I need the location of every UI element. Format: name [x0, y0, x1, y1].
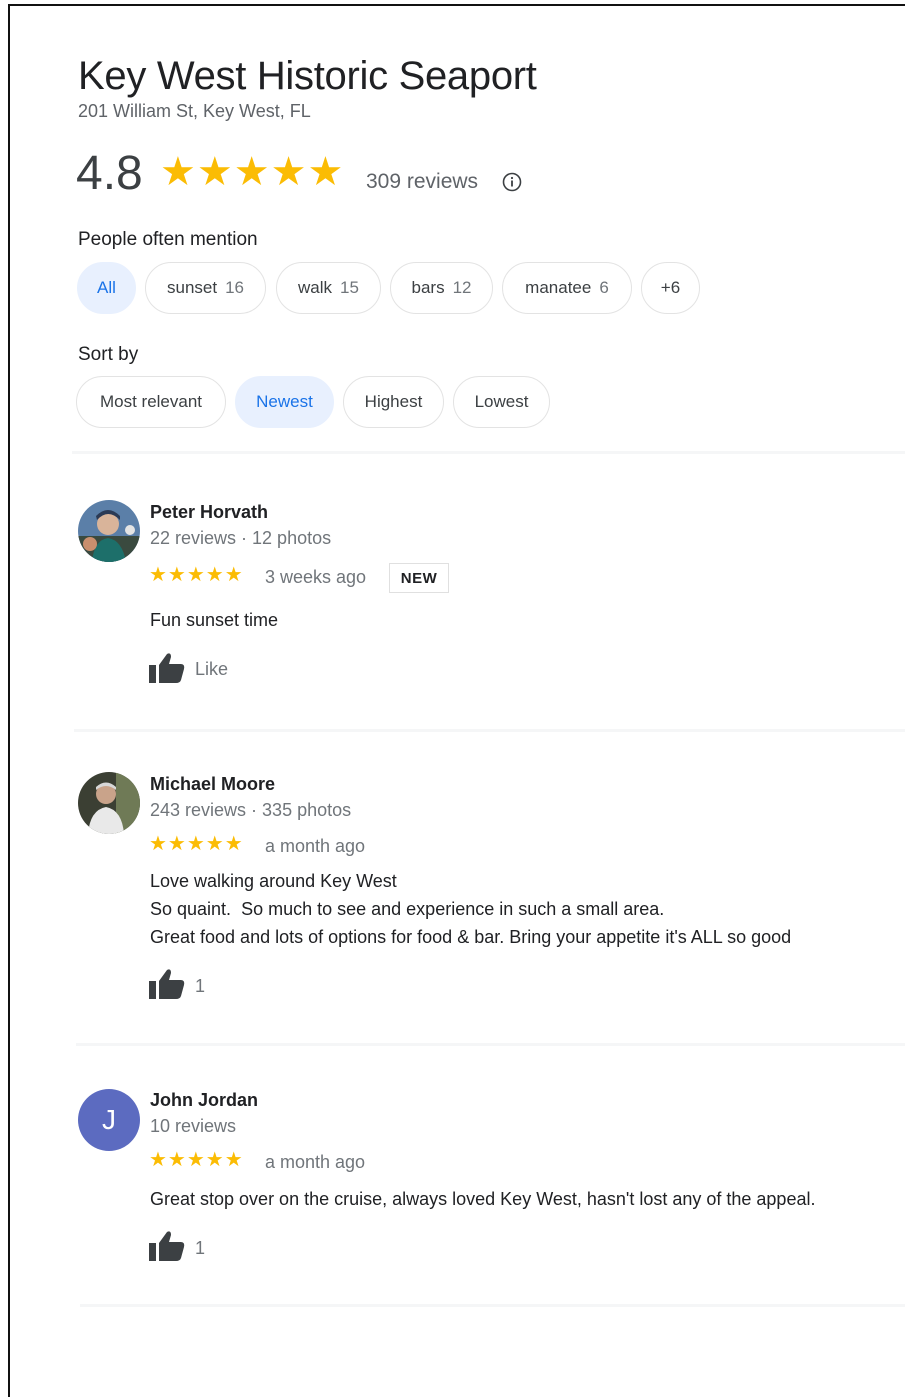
review-text-line: Great stop over on the cruise, always lo…	[150, 1189, 816, 1209]
place-address: 201 William St, Key West, FL	[78, 101, 311, 121]
chip-label: All	[97, 278, 116, 297]
thumbs-up-icon[interactable]	[148, 968, 186, 1000]
review-divider	[76, 1043, 905, 1046]
review-stars: ★★★★★	[149, 564, 244, 586]
review-text-line: Fun sunset time	[150, 610, 279, 630]
overall-rating: 4.8	[76, 147, 143, 200]
avatar-photo	[78, 772, 140, 834]
sort-option-label: Newest	[256, 392, 313, 411]
chip-manatee[interactable]: manatee 6	[502, 262, 632, 314]
thumbs-up-icon[interactable]	[148, 1230, 186, 1262]
sort-option-label: Most relevant	[99, 392, 203, 411]
sort-most-relevant[interactable]: Most relevant	[76, 376, 226, 428]
review-divider	[80, 1304, 905, 1307]
reviewer-name[interactable]: John Jordan	[150, 1090, 258, 1111]
chip-label: walk	[298, 278, 333, 297]
reviewer-meta: 10 reviews	[150, 1116, 237, 1136]
review-divider	[74, 729, 905, 732]
chip-count: 6	[599, 278, 609, 297]
review-text-line: So quaint. So much to see and experience…	[150, 899, 665, 919]
chip-count: 16	[225, 278, 244, 297]
thumbs-up-icon[interactable]	[148, 652, 186, 684]
review-time: 3 weeks ago	[265, 567, 367, 587]
chip-label: +6	[660, 278, 681, 297]
sort-highest[interactable]: Highest	[343, 376, 444, 428]
section-divider	[72, 451, 905, 454]
like-label[interactable]: Like	[195, 659, 228, 680]
chip-label: bars	[411, 278, 445, 297]
mentions-label: People often mention	[78, 229, 258, 250]
like-count: 1	[195, 1238, 206, 1258]
avatar[interactable]: J	[78, 1089, 140, 1151]
reviewer-meta: 243 reviews · 335 photos	[150, 800, 352, 820]
chip-walk[interactable]: walk 15	[276, 262, 381, 314]
review-text: Great stop over on the cruise, always lo…	[150, 1185, 815, 1213]
review-text: Love walking around Key West So quaint. …	[150, 867, 791, 951]
avatar[interactable]	[78, 500, 140, 562]
chip-label: sunset	[166, 278, 218, 297]
overall-rating-stars: ★★★★★	[160, 150, 345, 194]
chip-more[interactable]: +6	[641, 262, 700, 314]
chip-count: 12	[452, 278, 472, 297]
chip-sunset[interactable]: sunset 16	[145, 262, 266, 314]
sort-newest[interactable]: Newest	[235, 376, 334, 428]
reviewer-name[interactable]: Peter Horvath	[150, 502, 268, 523]
info-icon[interactable]	[502, 172, 522, 192]
review-time: a month ago	[265, 836, 366, 856]
chip-label: manatee	[525, 278, 592, 297]
chip-count: 15	[340, 278, 359, 297]
review-stars: ★★★★★	[149, 1149, 244, 1171]
chip-all[interactable]: All	[77, 262, 136, 314]
sort-option-label: Lowest	[474, 392, 529, 411]
chip-bars[interactable]: bars 12	[390, 262, 493, 314]
place-title: Key West Historic Seaport	[78, 54, 537, 98]
like-count: 1	[195, 976, 206, 996]
review-text: Fun sunset time	[150, 606, 278, 634]
avatar-photo	[78, 500, 140, 562]
new-badge: NEW	[389, 563, 449, 593]
review-count[interactable]: 309 reviews	[366, 170, 478, 194]
reviewer-meta: 22 reviews · 12 photos	[150, 528, 332, 548]
sort-option-label: Highest	[364, 392, 423, 411]
sort-label: Sort by	[78, 344, 139, 365]
review-text-line: Great food and lots of options for food …	[150, 927, 792, 947]
avatar[interactable]	[78, 772, 140, 834]
review-time: a month ago	[265, 1152, 366, 1172]
avatar-letter: J	[102, 1104, 116, 1135]
review-text-line: Love walking around Key West	[150, 871, 397, 891]
review-stars: ★★★★★	[149, 833, 244, 855]
reviewer-name[interactable]: Michael Moore	[150, 774, 275, 795]
sort-lowest[interactable]: Lowest	[453, 376, 550, 428]
